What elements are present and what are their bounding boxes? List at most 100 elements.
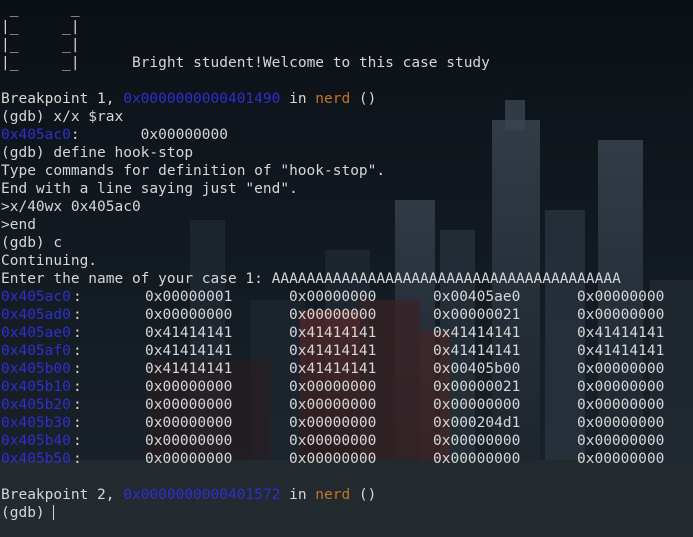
terminal-window[interactable]: _ _ |_ _| |_ _| |_ _| Bright student!Wel… — [0, 0, 693, 537]
memory-address: 0x405af0 — [1, 343, 71, 359]
memory-word: 0x41414141 — [577, 325, 665, 341]
memory-word: 0x41414141 — [289, 325, 377, 341]
memory-word: 0x00000000 — [577, 433, 665, 449]
memory-word: 0x00000000 — [145, 415, 233, 431]
memory-address-colon: : — [73, 325, 82, 341]
memory-dump-row: 0x405b50: 0x00000000 0x00000000 0x00000000 0… — [1, 450, 693, 468]
memory-dump-row: 0x405ae0: 0x41414141 0x41414141 0x41414141 0… — [1, 324, 693, 342]
memory-address-colon: : — [73, 397, 82, 413]
memory-word: 0x00000000 — [289, 397, 377, 413]
memory-word: 0x41414141 — [433, 343, 521, 359]
breakpoint-function: nerd — [315, 91, 351, 107]
memory-word: 0x00000000 — [145, 307, 233, 323]
memory-address-colon: : — [73, 343, 82, 359]
memory-word: 0x00000000 — [577, 451, 665, 467]
memory-word: 0x00000000 — [577, 307, 665, 323]
memory-word: 0x00000000 — [289, 289, 377, 305]
memory-address: 0x405ac0 — [1, 127, 71, 143]
memory-address: 0x405b10 — [1, 379, 71, 395]
breakpoint-in: in — [280, 91, 316, 107]
rax-examine-line: 0x405ac0: 0x00000000 — [1, 126, 693, 144]
memory-dump-row: 0x405b00: 0x41414141 0x41414141 0x00405b00 0… — [1, 360, 693, 378]
gdb-prompt: (gdb) — [1, 505, 54, 521]
gdb-command-line: (gdb) define hook-stop — [1, 145, 194, 161]
memory-word: 0x00405b00 — [433, 361, 521, 377]
hook-end-line: >end — [1, 217, 36, 233]
gdb-message-line: Type commands for definition of "hook-st… — [1, 163, 386, 179]
memory-word: 0x00000000 — [289, 451, 377, 467]
gdb-command-line: (gdb) c — [1, 235, 63, 251]
memory-word: 0x00405ae0 — [433, 289, 521, 305]
memory-word: 0x00000001 — [145, 289, 233, 305]
memory-word: 0x00000000 — [289, 415, 377, 431]
memory-word: 0x00000000 — [433, 433, 521, 449]
terminal-output: _ _ |_ _| |_ _| |_ _| Bright student!Wel… — [1, 0, 693, 522]
memory-word: 0x41414141 — [289, 361, 377, 377]
breakpoint-suffix: () — [350, 91, 377, 107]
memory-word: 0x00000000 — [145, 433, 233, 449]
memory-word: 0x41414141 — [145, 325, 233, 341]
memory-address-colon: : — [73, 379, 82, 395]
text-cursor[interactable] — [53, 505, 55, 520]
gdb-message-line: End with a line saying just "end". — [1, 181, 298, 197]
memory-word: 0x00000000 — [145, 379, 233, 395]
memory-word: 0x00000000 — [577, 361, 665, 377]
banner-message: Bright student!Welcome to this case stud… — [131, 55, 490, 71]
memory-address: 0x405ad0 — [1, 307, 71, 323]
banner-line: |_ _| — [1, 55, 80, 71]
memory-word: 0x41414141 — [145, 343, 233, 359]
memory-value: : 0x00000000 — [70, 127, 228, 143]
memory-dump-row: 0x405ac0: 0x00000001 0x00000000 0x00405ae0 0… — [1, 288, 693, 306]
breakpoint-prefix: Breakpoint 2, — [1, 487, 124, 503]
memory-address: 0x405b20 — [1, 397, 71, 413]
memory-word: 0x41414141 — [577, 343, 665, 359]
memory-address: 0x405b50 — [1, 451, 71, 467]
memory-word: 0x00000000 — [433, 451, 521, 467]
memory-word: 0x41414141 — [145, 361, 233, 377]
memory-word: 0x00000000 — [289, 379, 377, 395]
continuing-line: Continuing. — [1, 253, 98, 269]
breakpoint-address: 0x0000000000401572 — [123, 487, 281, 503]
memory-word: 0x00000000 — [145, 397, 233, 413]
memory-address-colon: : — [73, 361, 82, 377]
program-input-line: Enter the name of your case 1: AAAAAAAAA… — [1, 271, 621, 287]
memory-word: 0x00000000 — [289, 307, 377, 323]
banner-line: |_ _| — [1, 19, 80, 35]
breakpoint-2-line: Breakpoint 2, 0x0000000000401572 in nerd… — [1, 486, 693, 504]
memory-address: 0x405b30 — [1, 415, 71, 431]
banner-line-with-message: |_ _| Bright student!Welcome to this cas… — [1, 54, 693, 72]
memory-address-colon: : — [73, 451, 82, 467]
memory-word: 0x00000000 — [289, 433, 377, 449]
memory-address: 0x405b40 — [1, 433, 71, 449]
breakpoint-suffix: () — [350, 487, 377, 503]
memory-word: 0x41414141 — [433, 325, 521, 341]
breakpoint-address: 0x0000000000401490 — [123, 91, 281, 107]
memory-word: 0x00000000 — [145, 451, 233, 467]
memory-address: 0x405ae0 — [1, 325, 71, 341]
memory-word: 0x00000000 — [577, 289, 665, 305]
memory-dump-row: 0x405b30: 0x00000000 0x00000000 0x000204d1 0… — [1, 414, 693, 432]
memory-word: 0x00000000 — [577, 379, 665, 395]
banner-line: |_ _| — [1, 37, 80, 53]
memory-address-colon: : — [73, 415, 82, 431]
gdb-prompt-line[interactable]: (gdb) — [1, 504, 693, 522]
memory-word: 0x000204d1 — [433, 415, 521, 431]
memory-word: 0x00000000 — [433, 397, 521, 413]
breakpoint-1-line: Breakpoint 1, 0x0000000000401490 in nerd… — [1, 90, 693, 108]
memory-address: 0x405b00 — [1, 361, 71, 377]
memory-dump-row: 0x405af0: 0x41414141 0x41414141 0x41414141 0… — [1, 342, 693, 360]
memory-word: 0x00000021 — [433, 379, 521, 395]
memory-dump-row: 0x405b40: 0x00000000 0x00000000 0x00000000 0… — [1, 432, 693, 450]
memory-word: 0x41414141 — [289, 343, 377, 359]
memory-dump: 0x405ac0: 0x00000001 0x00000000 0x00405ae0 0… — [1, 288, 693, 468]
memory-address: 0x405ac0 — [1, 289, 71, 305]
memory-word: 0x00000000 — [577, 415, 665, 431]
memory-word: 0x00000021 — [433, 307, 521, 323]
breakpoint-prefix: Breakpoint 1, — [1, 91, 124, 107]
memory-dump-row: 0x405b10: 0x00000000 0x00000000 0x00000021 0… — [1, 378, 693, 396]
breakpoint-function: nerd — [315, 487, 351, 503]
banner-line: _ _ — [1, 1, 80, 17]
memory-dump-row: 0x405ad0: 0x00000000 0x00000000 0x00000021 0… — [1, 306, 693, 324]
